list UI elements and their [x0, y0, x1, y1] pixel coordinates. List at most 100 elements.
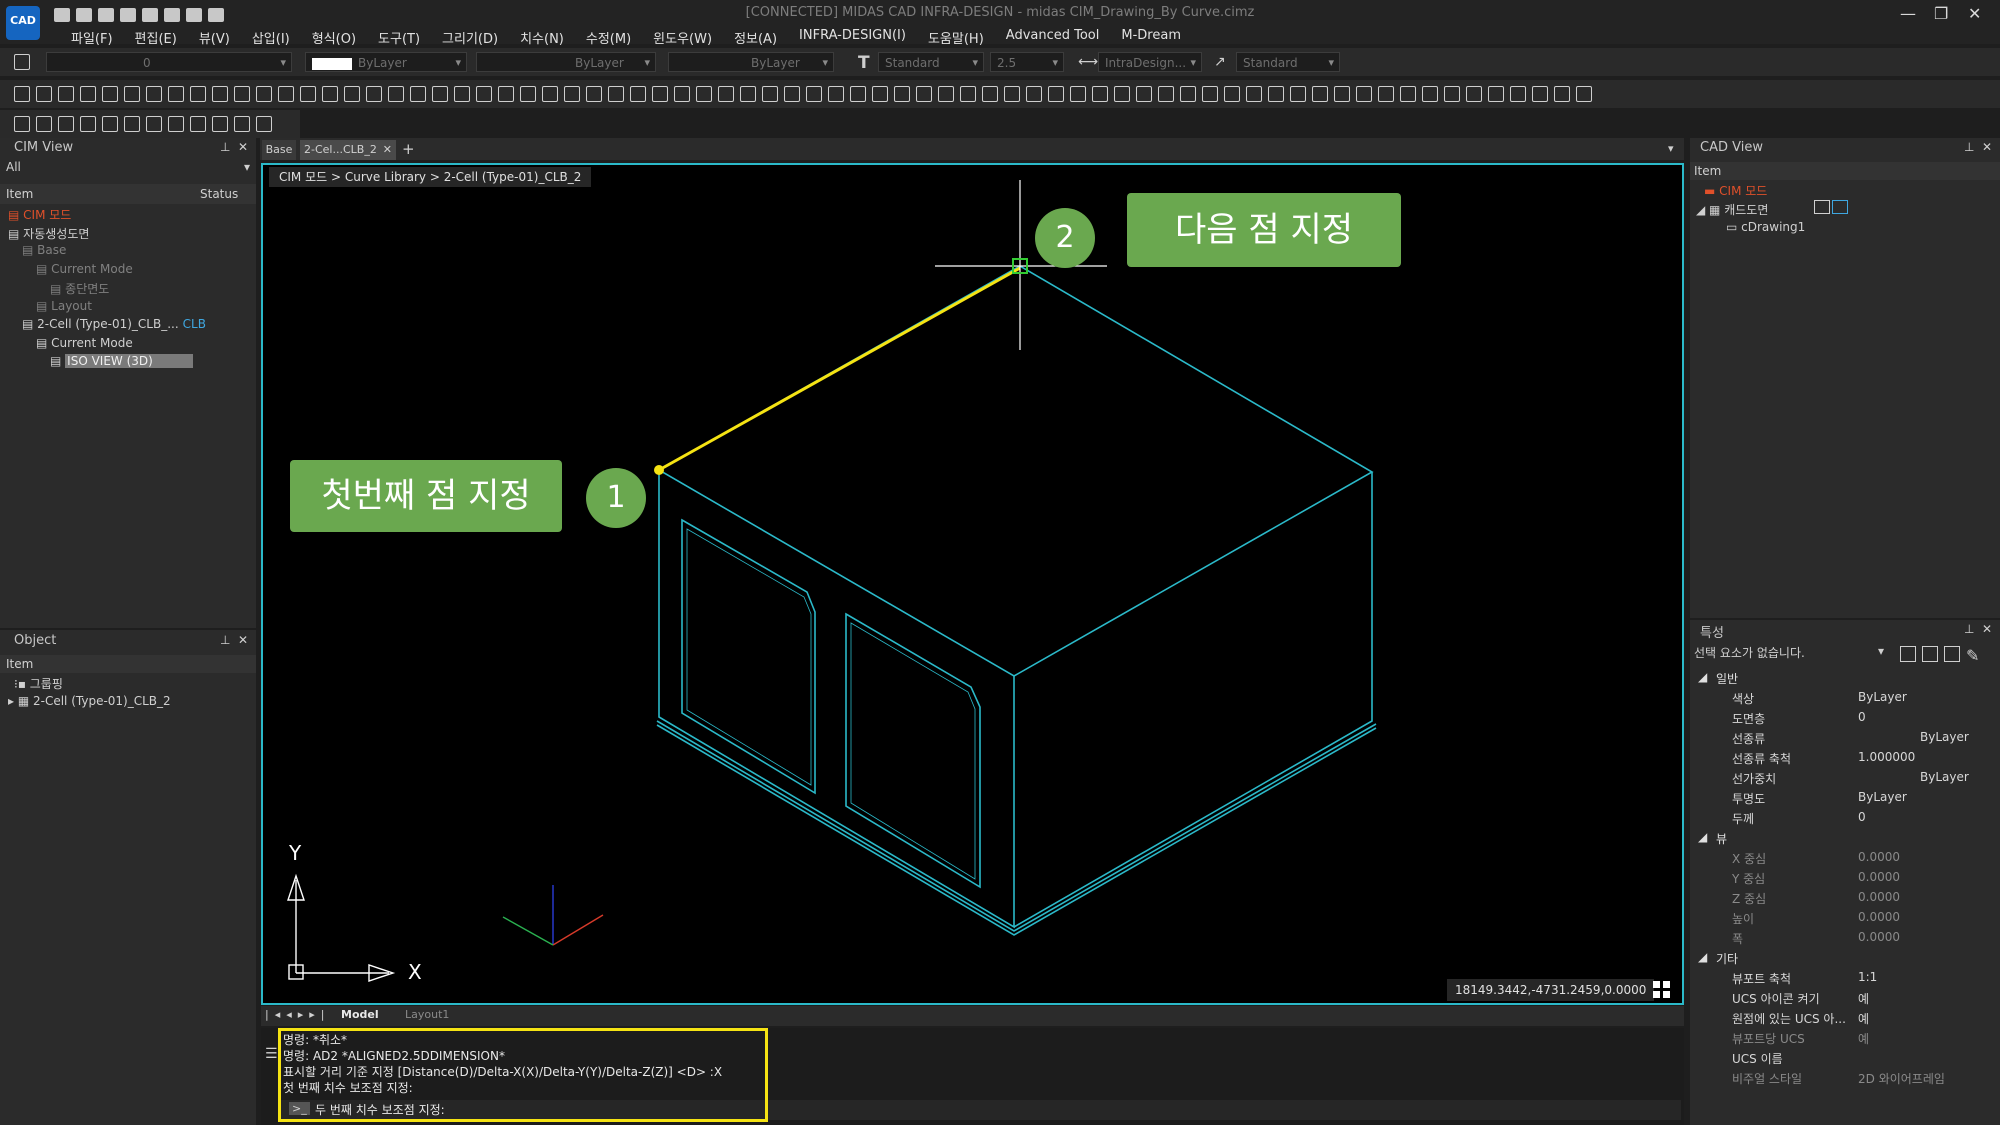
tree-item[interactable]: ▤ Layout — [36, 299, 92, 313]
quick-select-icon[interactable] — [1944, 646, 1960, 662]
pin-icon[interactable]: ⊥ — [220, 140, 230, 154]
toolbar-tool-icon[interactable] — [1334, 86, 1350, 102]
layout-nav-arrows[interactable]: |◂◂▸▸| — [265, 1008, 331, 1021]
layout-view-icon[interactable] — [1832, 200, 1848, 214]
multileader-style-combo[interactable]: Standard — [1236, 52, 1340, 73]
toolbar-tool-icon[interactable] — [1356, 86, 1372, 102]
toolbar-tool-icon[interactable] — [1290, 86, 1306, 102]
menu-format[interactable]: 형식(O) — [301, 26, 367, 49]
property-row[interactable]: UCS 이름 — [1690, 1048, 2000, 1068]
toolbar-tool-icon[interactable] — [740, 86, 756, 102]
property-row[interactable]: 색상 ByLayer — [1690, 688, 2000, 708]
collapse-icon[interactable]: ◢ — [1696, 203, 1709, 217]
toolbar-tool-icon[interactable] — [190, 86, 206, 102]
toolbar-tool-icon[interactable] — [1554, 86, 1570, 102]
toolbar-tool-icon[interactable] — [520, 86, 536, 102]
select-objects-icon[interactable] — [1922, 646, 1938, 662]
toolbar-tool-icon[interactable] — [1004, 86, 1020, 102]
property-row[interactable]: 두께 0 — [1690, 808, 2000, 828]
property-row[interactable]: 원점에 있는 UCS 아... 예 — [1690, 1008, 2000, 1028]
command-menu-icon[interactable]: ☰ — [265, 1046, 278, 1062]
tree-item[interactable]: ▤ 자동생성도면 — [8, 225, 89, 242]
property-row[interactable]: 비주얼 스타일 2D 와이어프레임 — [1690, 1068, 2000, 1088]
toolbar-tool-icon[interactable] — [1114, 86, 1130, 102]
menu-info[interactable]: 정보(A) — [723, 26, 788, 49]
toolbar-tool-icon[interactable] — [454, 86, 470, 102]
close-panel-icon[interactable]: ✕ — [238, 140, 248, 154]
toolbar-tool-icon[interactable] — [1378, 86, 1394, 102]
toolbar-tool-icon[interactable] — [762, 86, 778, 102]
tab-active-drawing[interactable]: 2-Cel...CLB_2 ✕ — [300, 140, 396, 160]
wrench-icon[interactable]: ✎ — [1966, 646, 1980, 665]
pin-icon[interactable]: ⊥ — [220, 633, 230, 647]
property-row[interactable]: UCS 아이콘 켜기 예 — [1690, 988, 2000, 1008]
property-row[interactable]: 뷰포트당 UCS 예 — [1690, 1028, 2000, 1048]
tab-layout1[interactable]: Layout1 — [405, 1008, 449, 1021]
tree-item-cim-mode[interactable]: ▬ CIM 모드 — [1704, 182, 1767, 199]
tree-item[interactable]: ▤ Base — [22, 243, 66, 257]
toolbar-tool-icon[interactable] — [564, 86, 580, 102]
toolbar-tool-icon[interactable] — [1202, 86, 1218, 102]
menu-insert[interactable]: 삽입(I) — [241, 26, 301, 49]
toolbar-tool-icon[interactable] — [1180, 86, 1196, 102]
toolbar-tool-icon[interactable] — [476, 86, 492, 102]
tree-item-cad-drawings[interactable]: ◢ ▦ 캐드도면 — [1696, 201, 1768, 218]
toolbar-tool-icon[interactable] — [432, 86, 448, 102]
toolbar-tool-icon[interactable] — [1246, 86, 1262, 102]
toolbar-tool-icon[interactable] — [1466, 86, 1482, 102]
tree-item[interactable]: ▤ Current Mode — [36, 336, 133, 350]
text-height-combo[interactable]: 2.5 — [990, 52, 1064, 73]
maximize-button[interactable]: ❐ — [1934, 4, 1948, 23]
expand-icon[interactable]: ▸ — [8, 694, 18, 708]
toolbar-tool-icon[interactable] — [168, 86, 184, 102]
property-row[interactable]: 투명도 ByLayer — [1690, 788, 2000, 808]
menu-m-dream[interactable]: M-Dream — [1110, 26, 1192, 49]
toolbar-tool-icon[interactable] — [410, 86, 426, 102]
toolbar-tool-icon[interactable] — [982, 86, 998, 102]
toolbar-tool-icon[interactable] — [1158, 86, 1174, 102]
menu-view[interactable]: 뷰(V) — [188, 26, 241, 49]
viewport-grid-icon[interactable] — [1651, 979, 1673, 1001]
toolbar-tool-icon[interactable] — [234, 86, 250, 102]
pin-icon[interactable]: ⊥ — [1964, 622, 1974, 636]
tab-list-dropdown[interactable]: ▾ — [1668, 142, 1674, 155]
property-row[interactable]: 도면층 0 — [1690, 708, 2000, 728]
property-group[interactable]: ◢ 뷰 — [1690, 828, 2000, 848]
property-row[interactable]: 선가중치 ByLayer — [1690, 768, 2000, 788]
menu-dimension[interactable]: 치수(N) — [509, 26, 575, 49]
layer-combo[interactable]: 0 — [46, 52, 292, 73]
toolbar-tool-icon[interactable] — [674, 86, 690, 102]
menu-draw[interactable]: 그리기(D) — [431, 26, 509, 49]
property-row[interactable]: 선종류 ByLayer — [1690, 728, 2000, 748]
minimize-button[interactable]: — — [1900, 4, 1916, 23]
toolbar-tool-icon[interactable] — [608, 86, 624, 102]
tree-item-object[interactable]: ▸ ▦ 2-Cell (Type-01)_CLB_2 — [8, 694, 171, 708]
toolbar-tool-icon[interactable] — [872, 86, 888, 102]
toolbar-tool-icon[interactable] — [1400, 86, 1416, 102]
menu-edit[interactable]: 편집(E) — [124, 26, 188, 49]
toolbar-tool-icon[interactable] — [212, 116, 228, 132]
menu-help[interactable]: 도움말(H) — [917, 26, 995, 49]
toolbar-tool-icon[interactable] — [14, 116, 30, 132]
dim-style-combo[interactable]: IntraDesign... — [1098, 52, 1202, 73]
tree-item[interactable]: ▤ Current Mode — [36, 262, 133, 276]
toolbar-tool-icon[interactable] — [696, 86, 712, 102]
toolbar-tool-icon[interactable] — [828, 86, 844, 102]
property-group[interactable]: ◢ 일반 — [1690, 668, 2000, 688]
toolbar-tool-icon[interactable] — [58, 86, 74, 102]
menu-file[interactable]: 파일(F) — [60, 26, 124, 49]
menu-modify[interactable]: 수정(M) — [575, 26, 642, 49]
toolbar-tool-icon[interactable] — [806, 86, 822, 102]
toolbar-tool-icon[interactable] — [190, 116, 206, 132]
toolbar-tool-icon[interactable] — [146, 116, 162, 132]
toolbar-tool-icon[interactable] — [1136, 86, 1152, 102]
tree-item[interactable]: ▤ CIM 모드 — [8, 206, 71, 223]
tab-base[interactable]: Base — [262, 140, 296, 160]
toolbar-tool-icon[interactable] — [102, 86, 118, 102]
menu-tools[interactable]: 도구(T) — [367, 26, 431, 49]
add-tab-button[interactable]: + — [402, 140, 415, 158]
drawing-viewport[interactable]: CIM 모드 > Curve Library > 2-Cell (Type-01… — [261, 163, 1684, 1005]
pin-icon[interactable]: ⊥ — [1964, 140, 1974, 154]
toolbar-tool-icon[interactable] — [894, 86, 910, 102]
toolbar-tool-icon[interactable] — [1444, 86, 1460, 102]
